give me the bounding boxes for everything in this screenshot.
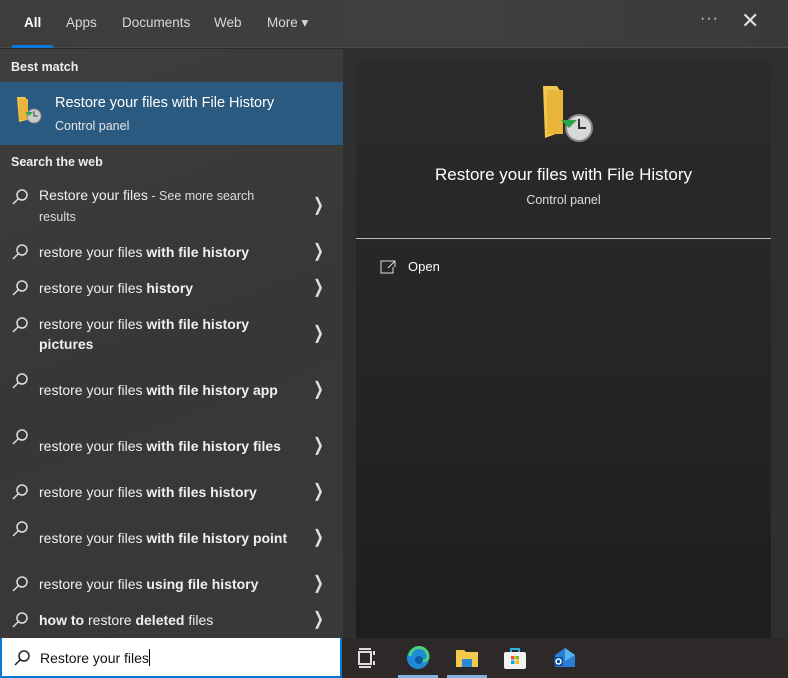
chevron-right-icon[interactable]: ❯ bbox=[313, 572, 324, 593]
result-text-segment: using file history bbox=[146, 576, 259, 592]
web-result-text: restore your files with files history bbox=[39, 482, 289, 502]
more-options-button[interactable]: ··· bbox=[700, 10, 719, 28]
tab-more[interactable]: More ▾ bbox=[267, 15, 308, 31]
best-match-item[interactable]: Restore your files with File History Con… bbox=[0, 82, 343, 145]
file-explorer-icon[interactable] bbox=[455, 646, 479, 670]
search-icon bbox=[12, 244, 28, 260]
tab-documents[interactable]: Documents bbox=[122, 15, 190, 30]
web-result-item[interactable]: how to restore deleted files ❯ bbox=[0, 602, 343, 638]
search-web-header: Search the web bbox=[11, 155, 103, 169]
web-result-item[interactable]: restore your files history ❯ bbox=[0, 270, 343, 306]
web-result-text: Restore your files - See more search res… bbox=[39, 185, 289, 227]
web-result-item[interactable]: restore your files using file history ❯ bbox=[0, 566, 343, 602]
search-icon bbox=[12, 189, 28, 205]
divider bbox=[356, 238, 771, 239]
tab-all[interactable]: All bbox=[24, 15, 41, 30]
file-history-icon bbox=[17, 97, 42, 124]
preview-subtitle: Control panel bbox=[526, 193, 601, 207]
chevron-right-icon[interactable]: ❯ bbox=[313, 322, 324, 343]
open-label: Open bbox=[408, 259, 440, 274]
open-icon bbox=[380, 260, 396, 273]
web-result-text: restore your files with file history app bbox=[39, 380, 289, 400]
outlook-icon[interactable] bbox=[553, 646, 577, 670]
open-action[interactable]: Open bbox=[380, 259, 440, 274]
web-result-item[interactable]: Restore your files - See more search res… bbox=[0, 178, 343, 234]
preview-title: Restore your files with File History bbox=[435, 165, 692, 184]
search-input[interactable]: Restore your files bbox=[0, 638, 342, 678]
web-result-item[interactable]: restore your files with file history ❯ bbox=[0, 234, 343, 270]
edge-icon[interactable] bbox=[406, 646, 430, 670]
best-match-subtitle: Control panel bbox=[55, 119, 130, 133]
result-text-segment: restore your files bbox=[39, 576, 147, 592]
web-result-text: restore your files using file history bbox=[39, 574, 289, 594]
chevron-right-icon[interactable]: ❯ bbox=[313, 276, 324, 297]
result-text-segment: restore bbox=[84, 612, 136, 628]
result-text-segment: with files history bbox=[146, 484, 257, 500]
result-text-segment: deleted bbox=[135, 612, 185, 628]
result-text-segment: restore your files bbox=[39, 280, 147, 296]
chevron-right-icon[interactable]: ❯ bbox=[313, 378, 324, 399]
result-text-segment: restore your files bbox=[39, 382, 147, 398]
web-result-text: restore your files history bbox=[39, 278, 289, 298]
result-text-segment: restore your files bbox=[39, 484, 147, 500]
search-icon bbox=[12, 373, 28, 389]
result-text-segment: restore your files bbox=[39, 438, 147, 454]
preview-panel: Restore your files with File History Con… bbox=[343, 49, 788, 638]
close-button[interactable]: ✕ bbox=[741, 8, 759, 34]
search-tabs-bar: All Apps Documents Web More ▾ ··· ✕ bbox=[0, 0, 788, 48]
search-query: Restore your files bbox=[40, 650, 149, 666]
search-icon bbox=[12, 576, 28, 592]
result-text-segment: history bbox=[146, 280, 194, 296]
web-result-item[interactable]: restore your files with file history app… bbox=[0, 362, 343, 418]
web-result-item[interactable]: restore your files with file history pic… bbox=[0, 306, 343, 362]
web-result-item[interactable]: restore your files with file history fil… bbox=[0, 418, 343, 474]
microsoft-store-icon[interactable] bbox=[503, 646, 527, 670]
search-icon bbox=[12, 612, 28, 628]
result-text-segment: with file history app bbox=[146, 382, 278, 398]
web-result-text: restore your files with file history pic… bbox=[39, 314, 289, 354]
result-text-segment: with file history bbox=[146, 244, 250, 260]
search-icon bbox=[12, 317, 28, 333]
result-text-segment: with file history point bbox=[146, 530, 288, 546]
result-text-segment: files bbox=[184, 612, 214, 628]
tab-apps[interactable]: Apps bbox=[66, 15, 97, 30]
taskbar: Restore your files bbox=[0, 638, 788, 678]
result-text-segment: Restore your files bbox=[39, 187, 148, 203]
web-result-text: restore your files with file history bbox=[39, 242, 289, 262]
web-result-text: restore your files with file history fil… bbox=[39, 436, 289, 456]
tab-web[interactable]: Web bbox=[214, 15, 242, 30]
web-results-list: Restore your files - See more search res… bbox=[0, 178, 343, 638]
best-match-header: Best match bbox=[11, 60, 79, 74]
search-icon bbox=[14, 650, 30, 666]
result-text-segment: restore your files bbox=[39, 530, 147, 546]
web-result-text: restore your files with file history poi… bbox=[39, 528, 289, 548]
results-panel: Best match Restore your files with File … bbox=[0, 49, 343, 638]
file-history-large-icon bbox=[543, 86, 593, 142]
web-result-item[interactable]: restore your files with files history ❯ bbox=[0, 474, 343, 510]
result-text-segment: with file history files bbox=[146, 438, 281, 454]
search-icon bbox=[12, 429, 28, 445]
active-tab-indicator bbox=[12, 45, 53, 48]
web-result-item[interactable]: restore your files with file history poi… bbox=[0, 510, 343, 566]
preview-card: Restore your files with File History Con… bbox=[356, 62, 771, 638]
result-text-segment: how to bbox=[39, 612, 85, 628]
search-icon bbox=[12, 521, 28, 537]
task-view-icon[interactable] bbox=[356, 646, 380, 670]
search-icon bbox=[12, 280, 28, 296]
best-match-title: Restore your files with File History bbox=[55, 95, 275, 111]
result-text-segment: restore your files bbox=[39, 244, 147, 260]
chevron-right-icon[interactable]: ❯ bbox=[313, 526, 324, 547]
result-text-segment: restore your files bbox=[39, 316, 147, 332]
web-result-text: how to restore deleted files bbox=[39, 610, 289, 630]
chevron-right-icon[interactable]: ❯ bbox=[313, 434, 324, 455]
chevron-right-icon[interactable]: ❯ bbox=[313, 608, 324, 629]
chevron-right-icon[interactable]: ❯ bbox=[313, 240, 324, 261]
chevron-right-icon[interactable]: ❯ bbox=[313, 480, 324, 501]
chevron-right-icon[interactable]: ❯ bbox=[313, 194, 324, 215]
search-icon bbox=[12, 484, 28, 500]
